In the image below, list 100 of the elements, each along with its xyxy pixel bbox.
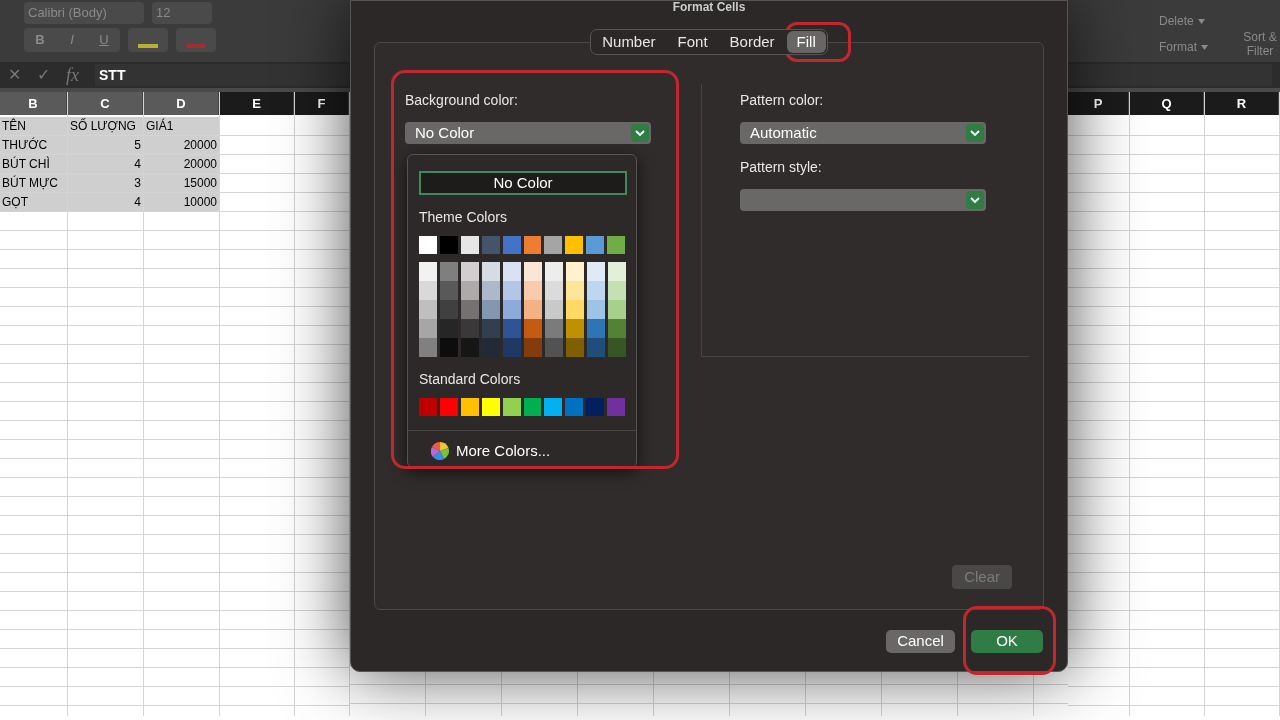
color-swatch[interactable]: [419, 300, 437, 319]
color-swatch[interactable]: [502, 398, 521, 416]
color-swatch[interactable]: [565, 398, 584, 416]
color-swatch[interactable]: [503, 338, 521, 357]
table-cell: GỌT: [0, 193, 67, 212]
color-swatch[interactable]: [482, 319, 500, 338]
color-swatch[interactable]: [503, 281, 521, 300]
color-swatch[interactable]: [565, 236, 584, 254]
color-swatch[interactable]: [545, 319, 563, 338]
color-swatch[interactable]: [460, 398, 479, 416]
color-swatch[interactable]: [607, 398, 626, 416]
color-swatch[interactable]: [566, 281, 584, 300]
color-swatch[interactable]: [608, 262, 626, 281]
tab[interactable]: Border: [719, 31, 785, 53]
tab[interactable]: Font: [667, 31, 718, 53]
color-swatch[interactable]: [461, 262, 479, 281]
close-icon[interactable]: ✕: [8, 63, 21, 87]
color-swatch[interactable]: [440, 338, 458, 357]
color-swatch[interactable]: [586, 398, 605, 416]
color-swatch[interactable]: [461, 338, 479, 357]
color-swatch[interactable]: [524, 262, 542, 281]
tab[interactable]: Number: [592, 31, 666, 53]
column-header[interactable]: C: [68, 92, 143, 115]
color-swatch[interactable]: [419, 338, 437, 357]
color-swatch[interactable]: [524, 338, 542, 357]
color-swatch[interactable]: [482, 338, 500, 357]
ribbon-button[interactable]: Delete: [1159, 12, 1208, 30]
color-swatch[interactable]: [587, 281, 605, 300]
color-swatch[interactable]: [482, 262, 500, 281]
color-swatch[interactable]: [419, 236, 437, 254]
cancel-button[interactable]: Cancel: [886, 630, 955, 653]
function-icon[interactable]: fx: [66, 61, 79, 89]
color-swatch[interactable]: [587, 262, 605, 281]
column-header[interactable]: D: [144, 92, 219, 115]
color-swatch[interactable]: [524, 281, 542, 300]
color-swatch[interactable]: [440, 281, 458, 300]
font-color-button[interactable]: [176, 28, 216, 52]
color-swatch[interactable]: [439, 398, 458, 416]
color-swatch[interactable]: [460, 236, 479, 254]
color-swatch[interactable]: [608, 281, 626, 300]
color-swatch[interactable]: [523, 398, 542, 416]
color-swatch[interactable]: [482, 300, 500, 319]
color-swatch[interactable]: [419, 398, 437, 416]
color-swatch[interactable]: [440, 262, 458, 281]
color-swatch[interactable]: [461, 300, 479, 319]
color-swatch[interactable]: [608, 300, 626, 319]
color-swatch[interactable]: [523, 236, 542, 254]
color-swatch[interactable]: [587, 338, 605, 357]
pattern-style-select[interactable]: [740, 189, 986, 211]
color-wheel-icon: [431, 442, 449, 461]
color-swatch[interactable]: [544, 398, 563, 416]
column-header[interactable]: E: [220, 92, 294, 115]
color-swatch[interactable]: [440, 319, 458, 338]
color-swatch[interactable]: [566, 262, 584, 281]
color-swatch[interactable]: [503, 300, 521, 319]
color-swatch[interactable]: [545, 338, 563, 357]
column-header[interactable]: P: [1068, 92, 1129, 115]
color-swatch[interactable]: [586, 236, 605, 254]
column-header[interactable]: F: [295, 92, 349, 115]
pattern-color-select[interactable]: Automatic: [740, 122, 986, 144]
ribbon-button[interactable]: Format: [1159, 38, 1208, 56]
color-swatch[interactable]: [524, 319, 542, 338]
color-swatch[interactable]: [524, 300, 542, 319]
color-swatch[interactable]: [503, 319, 521, 338]
color-swatch[interactable]: [544, 236, 563, 254]
color-swatch[interactable]: [587, 319, 605, 338]
color-swatch[interactable]: [503, 262, 521, 281]
color-swatch[interactable]: [440, 300, 458, 319]
fill-color-button[interactable]: [128, 28, 168, 52]
color-swatch[interactable]: [545, 262, 563, 281]
column-header[interactable]: R: [1205, 92, 1279, 115]
more-colors-button[interactable]: More Colors...: [431, 440, 625, 463]
color-swatch[interactable]: [481, 236, 500, 254]
color-swatch[interactable]: [566, 300, 584, 319]
color-swatch[interactable]: [566, 319, 584, 338]
color-swatch[interactable]: [481, 398, 500, 416]
color-swatch[interactable]: [608, 319, 626, 338]
color-swatch[interactable]: [419, 319, 437, 338]
color-swatch[interactable]: [502, 236, 521, 254]
color-swatch[interactable]: [439, 236, 458, 254]
color-swatch[interactable]: [419, 281, 437, 300]
tab[interactable]: Fill: [786, 31, 826, 53]
color-swatch[interactable]: [482, 281, 500, 300]
check-icon[interactable]: ✓: [37, 63, 50, 87]
no-color-button[interactable]: No Color: [419, 171, 627, 195]
highlight-ring: [785, 22, 851, 62]
ok-button[interactable]: OK: [971, 630, 1043, 653]
color-swatch[interactable]: [608, 338, 626, 357]
color-swatch[interactable]: [419, 262, 437, 281]
color-swatch[interactable]: [587, 300, 605, 319]
color-swatch[interactable]: [607, 236, 626, 254]
column-header[interactable]: Q: [1130, 92, 1204, 115]
sort-filter-button[interactable]: Sort & Filter: [1240, 0, 1280, 58]
color-swatch[interactable]: [545, 300, 563, 319]
color-swatch[interactable]: [545, 281, 563, 300]
color-swatch[interactable]: [566, 338, 584, 357]
color-swatch[interactable]: [461, 281, 479, 300]
column-header[interactable]: B: [0, 92, 67, 115]
background-color-select[interactable]: No Color: [405, 122, 651, 144]
color-swatch[interactable]: [461, 319, 479, 338]
